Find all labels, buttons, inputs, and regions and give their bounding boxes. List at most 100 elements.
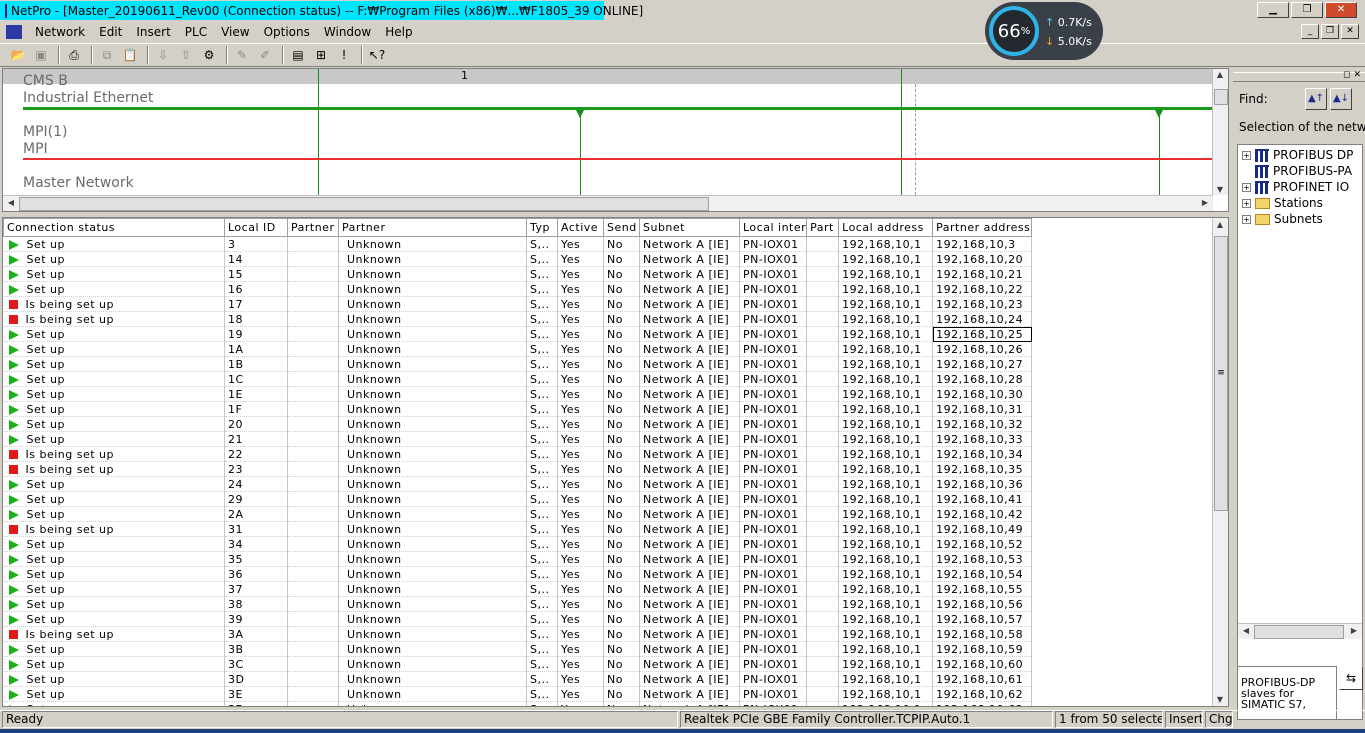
- active-cell[interactable]: Yes: [557, 536, 604, 552]
- active-cell[interactable]: Yes: [557, 641, 604, 657]
- local-interface-cell[interactable]: PN-IOX01: [739, 686, 808, 702]
- type-cell[interactable]: S,..: [526, 236, 558, 252]
- table-row[interactable]: Set up 19 Unknown S,.. Yes No Network A [IE] PN…: [3, 326, 1033, 342]
- partner-interface-cell[interactable]: [806, 311, 840, 327]
- local-interface-cell[interactable]: PN-IOX01: [739, 566, 808, 582]
- send-cell[interactable]: No: [603, 266, 640, 282]
- local-id-cell[interactable]: 31: [224, 521, 288, 537]
- local-interface-cell[interactable]: PN-IOX01: [739, 536, 808, 552]
- local-interface-cell[interactable]: PN-IOX01: [739, 431, 808, 447]
- local-interface-cell[interactable]: PN-IOX01: [739, 386, 808, 402]
- partner-cell[interactable]: Unknown: [338, 431, 527, 447]
- status-cell[interactable]: Set up: [3, 701, 225, 706]
- send-cell[interactable]: No: [603, 416, 640, 432]
- partner-interface-cell[interactable]: [806, 476, 840, 492]
- active-cell[interactable]: Yes: [557, 566, 604, 582]
- expand-icon[interactable]: +: [1242, 182, 1251, 192]
- local-id-cell[interactable]: 22: [224, 446, 288, 462]
- local-address-cell[interactable]: 192,168,10,1: [838, 656, 934, 672]
- local-address-cell[interactable]: 192,168,10,1: [838, 266, 934, 282]
- partner-id-cell[interactable]: [287, 446, 339, 462]
- local-address-cell[interactable]: 192,168,10,1: [838, 446, 934, 462]
- doc-close-button[interactable]: ✕: [1341, 24, 1359, 39]
- partner-id-cell[interactable]: [287, 611, 339, 627]
- partner-interface-cell[interactable]: [806, 266, 840, 282]
- type-cell[interactable]: S,..: [526, 371, 558, 387]
- partner-cell[interactable]: Unknown: [338, 251, 527, 267]
- subnet-cell[interactable]: Network A [IE]: [639, 401, 740, 417]
- partner-interface-cell[interactable]: [806, 581, 840, 597]
- status-cell[interactable]: Set up: [3, 551, 225, 567]
- local-id-cell[interactable]: 24: [224, 476, 288, 492]
- status-cell[interactable]: Set up: [3, 341, 225, 357]
- active-cell[interactable]: Yes: [557, 446, 604, 462]
- local-id-cell[interactable]: 34: [224, 536, 288, 552]
- partner-interface-cell[interactable]: [806, 701, 840, 706]
- status-cell[interactable]: Set up: [3, 371, 225, 387]
- subnet-cell[interactable]: Network A [IE]: [639, 656, 740, 672]
- partner-interface-cell[interactable]: [806, 446, 840, 462]
- partner-address-cell[interactable]: 192,168,10,63: [932, 701, 1033, 706]
- type-cell[interactable]: S,..: [526, 626, 558, 642]
- send-cell[interactable]: No: [603, 581, 640, 597]
- local-interface-cell[interactable]: PN-IOX01: [739, 251, 808, 267]
- partner-interface-cell[interactable]: [806, 341, 840, 357]
- table-row[interactable]: Set up 24 Unknown S,.. Yes No Network A [IE] PN…: [3, 476, 1033, 492]
- partner-address-cell[interactable]: 192,168,10,62: [932, 686, 1033, 702]
- partner-interface-cell[interactable]: [806, 356, 840, 372]
- local-interface-cell[interactable]: PN-IOX01: [739, 596, 808, 612]
- type-cell[interactable]: S,..: [526, 641, 558, 657]
- table-row[interactable]: Set up 3 Unknown S,.. Yes No Network A [IE] PN-…: [3, 236, 1033, 252]
- subnet-cell[interactable]: Network A [IE]: [639, 341, 740, 357]
- active-cell[interactable]: Yes: [557, 491, 604, 507]
- partner-interface-cell[interactable]: [806, 536, 840, 552]
- partner-id-cell[interactable]: [287, 506, 339, 522]
- expand-icon[interactable]: +: [1242, 198, 1251, 208]
- col-partner-interface[interactable]: Part: [806, 218, 840, 237]
- type-cell[interactable]: S,..: [526, 386, 558, 402]
- subnet-cell[interactable]: Network A [IE]: [639, 356, 740, 372]
- partner-cell[interactable]: Unknown: [338, 701, 527, 706]
- partner-interface-cell[interactable]: [806, 521, 840, 537]
- local-address-cell[interactable]: 192,168,10,1: [838, 461, 934, 477]
- partner-id-cell[interactable]: [287, 251, 339, 267]
- local-interface-cell[interactable]: PN-IOX01: [739, 656, 808, 672]
- send-cell[interactable]: No: [603, 236, 640, 252]
- status-cell[interactable]: Set up: [3, 506, 225, 522]
- local-id-cell[interactable]: 15: [224, 266, 288, 282]
- partner-interface-cell[interactable]: [806, 686, 840, 702]
- partner-address-cell[interactable]: 192,168,10,61: [932, 671, 1033, 687]
- local-address-cell[interactable]: 192,168,10,1: [838, 581, 934, 597]
- zoom-icon[interactable]: ⊞: [311, 46, 331, 64]
- partner-cell[interactable]: Unknown: [338, 326, 527, 342]
- partner-address-cell[interactable]: 192,168,10,30: [932, 386, 1033, 402]
- status-cell[interactable]: Set up: [3, 476, 225, 492]
- partner-cell[interactable]: Unknown: [338, 641, 527, 657]
- send-cell[interactable]: No: [603, 551, 640, 567]
- type-cell[interactable]: S,..: [526, 521, 558, 537]
- local-address-cell[interactable]: 192,168,10,1: [838, 551, 934, 567]
- save-icon[interactable]: ▣: [31, 46, 51, 64]
- table-row[interactable]: Set up 14 Unknown S,.. Yes No Network A [IE] PN…: [3, 251, 1033, 267]
- local-address-cell[interactable]: 192,168,10,1: [838, 371, 934, 387]
- partner-address-cell[interactable]: 192,168,10,21: [932, 266, 1033, 282]
- col-partner-id[interactable]: Partner: [287, 218, 339, 237]
- partner-id-cell[interactable]: [287, 656, 339, 672]
- partner-address-cell[interactable]: 192,168,10,27: [932, 356, 1033, 372]
- type-cell[interactable]: S,..: [526, 476, 558, 492]
- subnet-cell[interactable]: Network A [IE]: [639, 566, 740, 582]
- type-cell[interactable]: S,..: [526, 506, 558, 522]
- status-cell[interactable]: Set up: [3, 611, 225, 627]
- send-cell[interactable]: No: [603, 371, 640, 387]
- send-cell[interactable]: No: [603, 386, 640, 402]
- local-address-cell[interactable]: 192,168,10,1: [838, 566, 934, 582]
- partner-interface-cell[interactable]: [806, 251, 840, 267]
- type-cell[interactable]: S,..: [526, 401, 558, 417]
- find-down-button[interactable]: ▲↓: [1330, 88, 1352, 110]
- type-cell[interactable]: S,..: [526, 671, 558, 687]
- status-cell[interactable]: Set up: [3, 326, 225, 342]
- open-folder-icon[interactable]: 📂: [8, 46, 28, 64]
- partner-address-cell[interactable]: 192,168,10,36: [932, 476, 1033, 492]
- partner-interface-cell[interactable]: [806, 611, 840, 627]
- partner-address-cell[interactable]: 192,168,10,55: [932, 581, 1033, 597]
